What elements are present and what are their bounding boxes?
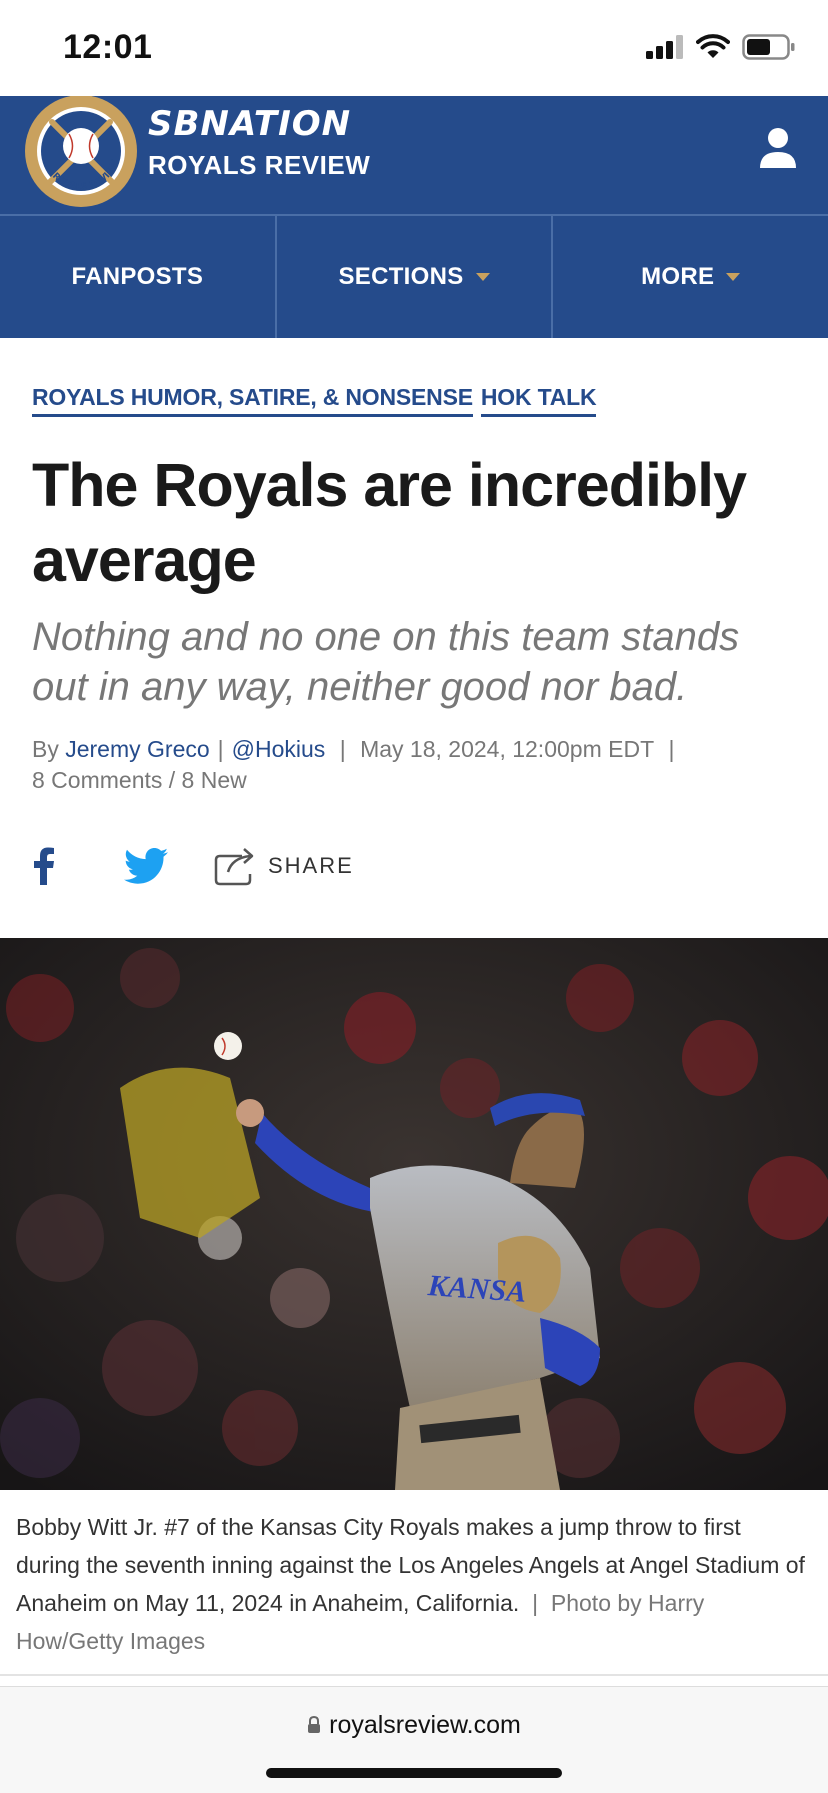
- brand-wordmark[interactable]: SBNATION ROYALS REVIEW: [148, 104, 370, 181]
- url-display[interactable]: royalsreview.com: [0, 1711, 828, 1740]
- nav-fanposts-label: FANPOSTS: [71, 263, 204, 290]
- lead-photo: KANSA: [0, 938, 828, 1490]
- share-icon[interactable]: [214, 846, 256, 886]
- nav-more[interactable]: MORE: [553, 216, 828, 338]
- status-icons: [646, 34, 796, 60]
- twitter-icon[interactable]: [124, 848, 168, 884]
- user-account-icon[interactable]: [758, 126, 798, 170]
- category-link-humor[interactable]: ROYALS HUMOR, SATIRE, & NONSENSE: [32, 384, 473, 417]
- article-title: The Royals are incredibly average: [32, 451, 747, 594]
- status-time: 12:01: [63, 28, 153, 66]
- home-indicator[interactable]: [266, 1768, 562, 1778]
- nav-fanposts[interactable]: FANPOSTS: [0, 216, 277, 338]
- article-dek: Nothing and no one on this team stands o…: [32, 615, 740, 709]
- publish-date: May 18, 2024, 12:00pm EDT: [360, 736, 655, 762]
- nav-sections-label: SECTIONS: [338, 263, 464, 290]
- status-bar: 12:01: [0, 0, 828, 96]
- share-row: SHARE: [32, 846, 354, 886]
- byline-by: By: [32, 736, 59, 762]
- cellular-signal-icon: [646, 35, 683, 59]
- battery-icon: [742, 34, 795, 60]
- article-byline: By Jeremy Greco | @Hokius | May 18, 2024, …: [32, 734, 802, 796]
- author-twitter-link[interactable]: @Hokius: [232, 736, 326, 762]
- share-label[interactable]: SHARE: [268, 853, 354, 879]
- network-name: SBNATION: [148, 104, 352, 144]
- article-categories: ROYALS HUMOR, SATIRE, & NONSENSE HOK TAL…: [32, 384, 597, 417]
- chevron-down-icon: [726, 273, 741, 281]
- author-link[interactable]: Jeremy Greco: [65, 736, 209, 762]
- section-divider: [0, 1674, 828, 1676]
- category-link-hok-talk[interactable]: HOK TALK: [480, 384, 597, 417]
- facebook-icon[interactable]: [32, 847, 56, 885]
- nav-more-label: MORE: [641, 263, 715, 290]
- url-text: royalsreview.com: [329, 1711, 521, 1739]
- site-masthead: ROYALS REVIEW SBNATION ROYALS REVIEW: [0, 96, 828, 214]
- lock-icon: [308, 1715, 321, 1733]
- wifi-icon: [696, 34, 730, 58]
- main-nav: FANPOSTS SECTIONS MORE: [0, 214, 828, 338]
- jersey-lettering: KANSA: [426, 1269, 527, 1309]
- byline-divider: |: [662, 736, 675, 762]
- photo-caption: Bobby Witt Jr. #7 of the Kansas City Roy…: [16, 1508, 806, 1660]
- chevron-down-icon: [475, 273, 490, 281]
- nav-sections[interactable]: SECTIONS: [277, 216, 554, 338]
- caption-divider: |: [525, 1590, 551, 1616]
- royals-review-logo[interactable]: ROYALS REVIEW: [24, 96, 138, 208]
- byline-divider: |: [217, 736, 224, 762]
- comments-link[interactable]: 8 Comments / 8 New: [32, 767, 247, 793]
- site-name: ROYALS REVIEW: [148, 150, 371, 180]
- byline-divider: |: [333, 736, 353, 762]
